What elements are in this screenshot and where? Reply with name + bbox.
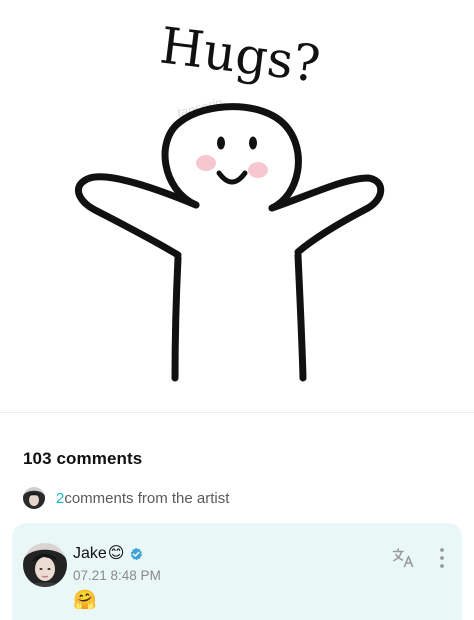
figure-right-blush [248, 162, 268, 178]
translate-icon[interactable] [392, 547, 416, 569]
figure-left-eye [217, 136, 225, 150]
post-image[interactable]: Hugs? tanserin [0, 0, 474, 412]
comment-timestamp: 07.21 8:48 PM [73, 568, 161, 583]
figure-head [161, 103, 302, 212]
figure-left-blush [196, 155, 216, 171]
more-vertical-icon[interactable] [438, 547, 446, 569]
comment-author-name[interactable]: Jake [73, 545, 107, 563]
hugs-drawing: Hugs? tanserin [75, 16, 385, 382]
comment-author-row: Jake 😊 [73, 543, 143, 565]
artist-comment-text: comments from the artist [64, 489, 230, 507]
figure-left-side [171, 254, 182, 382]
figure-right-side [294, 251, 307, 382]
figure-mouth [216, 170, 248, 185]
verified-badge-icon [131, 547, 143, 561]
avatar[interactable] [23, 543, 67, 587]
comment-body: 🤗 [73, 590, 97, 611]
artist-comment-card: Jake 😊 07.21 8:48 PM 🤗 [12, 523, 462, 620]
hugs-title-text: Hugs? [157, 16, 323, 93]
artist-comments-label: 2comments from the artist [56, 490, 229, 507]
figure-right-eye [249, 136, 257, 150]
author-name-emoji: 😊 [107, 545, 125, 562]
artist-avatar [23, 487, 45, 509]
comment-count: 103 comments [23, 449, 143, 468]
section-divider [0, 412, 474, 413]
artist-comments-filter[interactable]: 2comments from the artist [23, 486, 229, 510]
